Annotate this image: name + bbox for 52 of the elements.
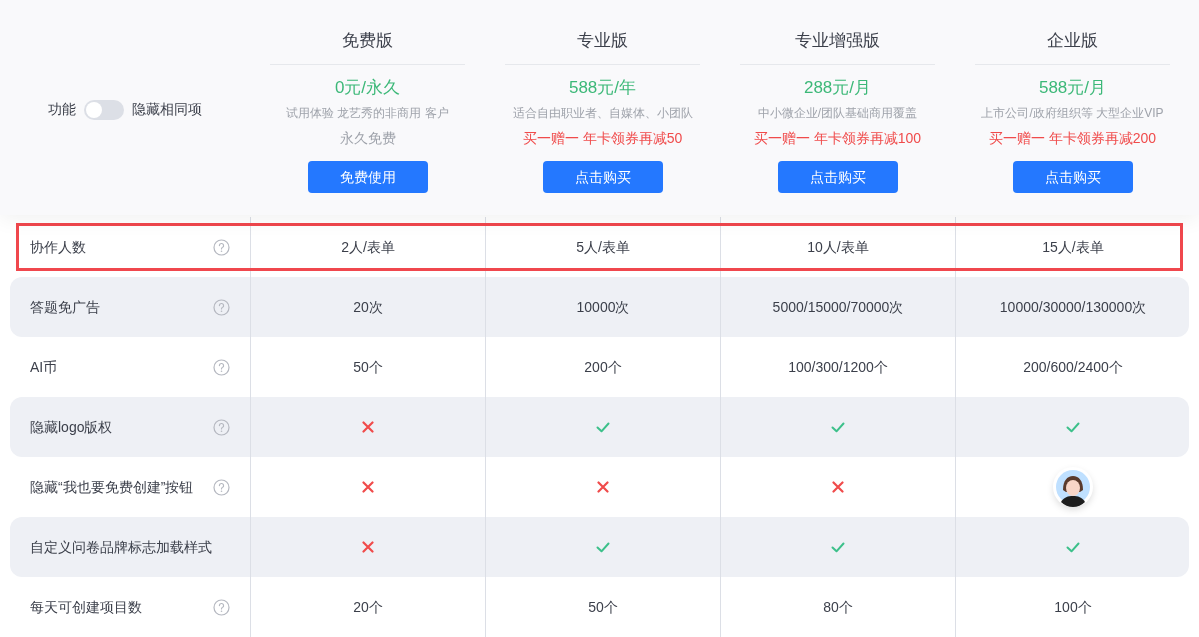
- table-cell-text: 100个: [1054, 597, 1092, 617]
- feature-label: AI币: [30, 357, 58, 377]
- table-cell-text: 10人/表单: [807, 237, 869, 257]
- plan-button[interactable]: 点击购买: [1012, 161, 1133, 193]
- table-cell-text: 50个: [353, 357, 383, 377]
- help-icon[interactable]: [213, 298, 230, 316]
- plan-name: 专业增强版: [795, 30, 880, 52]
- plan-price: 288元/月: [803, 76, 872, 99]
- toggle-switch[interactable]: [84, 99, 124, 120]
- table-cell-text: 5人/表单: [576, 237, 630, 257]
- help-icon[interactable]: [213, 598, 230, 616]
- table-cell-text: 10000/30000/130000次: [999, 297, 1147, 317]
- plan-name: 企业版: [1047, 30, 1098, 52]
- plan-description: 适合自由职业者、自媒体、小团队: [512, 105, 693, 122]
- feature-label: 自定义问卷品牌标志加载样式: [30, 537, 212, 557]
- promo-text: 买一赠一 年卡领券再减100: [753, 129, 922, 148]
- table-cell-text: 5000/15000/70000次: [772, 297, 904, 317]
- table-cell-text: 20个: [353, 597, 383, 617]
- table-cell-text: 80个: [823, 597, 853, 617]
- feature-label: 隐藏“我也要免费创建”按钮: [30, 477, 194, 497]
- promo-text: 买一赠一 年卡领券再减50: [522, 129, 683, 148]
- toggle-label: 隐藏相同项: [132, 100, 202, 119]
- help-icon[interactable]: [213, 238, 230, 256]
- help-icon[interactable]: [213, 358, 230, 376]
- promo-text: 买一赠一 年卡领券再减200: [988, 129, 1157, 148]
- plan-price: 0元/永久: [334, 76, 401, 99]
- table-cell-text: 100/300/1200个: [788, 357, 888, 377]
- table-cell-text: 2人/表单: [341, 237, 395, 257]
- feature-label: 隐藏logo版权: [30, 417, 113, 437]
- plan-description: 试用体验 龙艺秀的非商用 客户: [286, 105, 449, 122]
- plan-button[interactable]: 点击购买: [542, 161, 663, 193]
- plan-price: 588元/年: [568, 76, 637, 99]
- plan-button[interactable]: 点击购买: [777, 161, 898, 193]
- table-cell-text: 50个: [588, 597, 618, 617]
- table-cell-text: 10000次: [576, 297, 630, 317]
- feature-label: 每天可创建项目数: [30, 597, 142, 617]
- table-cell-text: 200个: [584, 357, 622, 377]
- plan-note: 永久免费: [339, 129, 396, 148]
- plan-description: 中小微企业/团队基础商用覆盖: [757, 105, 918, 122]
- help-icon[interactable]: [213, 418, 230, 436]
- filter-label: 功能: [48, 100, 76, 119]
- table-cell-text: 20次: [353, 297, 383, 317]
- feature-label: 协作人数: [30, 237, 86, 257]
- plan-description: 上市公司/政府组织等 大型企业VIP: [981, 105, 1164, 122]
- help-icon[interactable]: [213, 478, 230, 496]
- plan-name: 免费版: [342, 30, 393, 52]
- plan-name: 专业版: [577, 30, 628, 52]
- table-cell-text: 15人/表单: [1042, 237, 1104, 257]
- table-cell-text: 200/600/2400个: [1023, 357, 1123, 377]
- plan-price: 588元/月: [1038, 76, 1107, 99]
- plan-button[interactable]: 免费使用: [307, 161, 428, 193]
- feature-label: 答题免广告: [30, 297, 100, 317]
